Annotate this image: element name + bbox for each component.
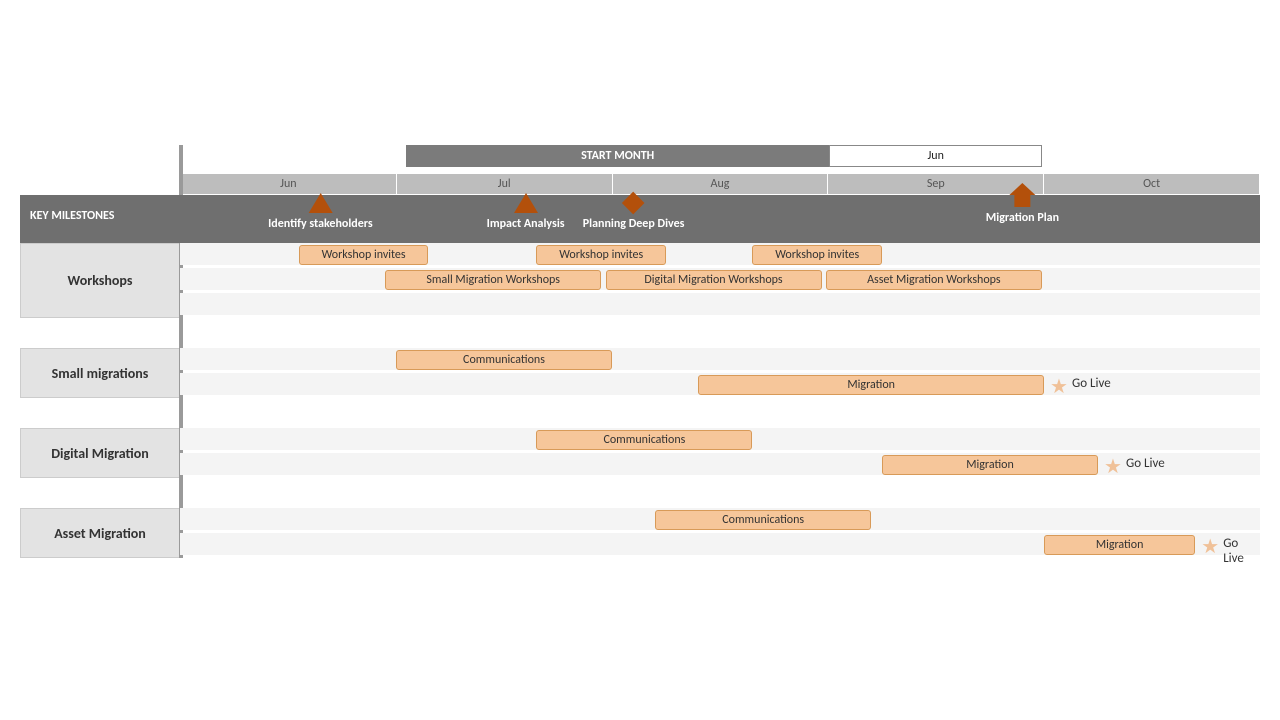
key-milestones-label: KEY MILESTONES bbox=[20, 195, 180, 243]
section-label: Asset Migration bbox=[20, 508, 180, 558]
triangle-icon bbox=[514, 193, 538, 213]
track-row: Workshop invites Workshop invites Workshop… bbox=[180, 243, 1260, 265]
task-bar[interactable]: Asset Migration Workshops bbox=[826, 270, 1042, 290]
diamond-icon bbox=[622, 192, 645, 215]
track-row: Migration★Go Live bbox=[180, 453, 1260, 475]
task-bar[interactable]: Communications bbox=[396, 350, 612, 370]
milestone-label: Identify stakeholders bbox=[268, 217, 373, 231]
month-cell: Jul bbox=[396, 174, 612, 194]
task-bar[interactable]: Workshop invites bbox=[536, 245, 666, 265]
task-bar[interactable]: Workshop invites bbox=[752, 245, 882, 265]
golive-label: Go Live bbox=[1072, 376, 1111, 391]
triangle-icon bbox=[308, 193, 332, 213]
milestone: Migration Plan bbox=[986, 193, 1059, 225]
track-row: Communications bbox=[180, 428, 1260, 450]
task-bar[interactable]: Migration bbox=[698, 375, 1044, 395]
arrow-icon bbox=[1014, 193, 1030, 207]
track-row: Small Migration WorkshopsDigital Migrati… bbox=[180, 268, 1260, 290]
track-row: Migration★Go Live bbox=[180, 373, 1260, 395]
star-icon: ★ bbox=[1201, 534, 1219, 559]
track-row: Migration★Go Live bbox=[180, 533, 1260, 555]
task-bar[interactable]: Small Migration Workshops bbox=[385, 270, 601, 290]
section-label: Small migrations bbox=[20, 348, 180, 398]
milestone: Identify stakeholders bbox=[268, 193, 373, 231]
task-bar[interactable]: Workshop invites bbox=[299, 245, 429, 265]
track-row bbox=[180, 293, 1260, 315]
milestones-area: Identify stakeholders Impact Analysis Plan… bbox=[180, 195, 1260, 243]
month-header: Jun Jul Aug Sep Oct bbox=[180, 173, 1260, 195]
milestone-label: Planning Deep Dives bbox=[583, 217, 685, 231]
task-bar[interactable]: Migration bbox=[882, 455, 1098, 475]
milestone: Impact Analysis bbox=[487, 193, 565, 231]
golive-label: Go Live bbox=[1223, 536, 1260, 566]
star-icon: ★ bbox=[1050, 374, 1068, 399]
start-month-value[interactable]: Jun bbox=[829, 145, 1042, 167]
task-bar[interactable]: Communications bbox=[536, 430, 752, 450]
month-cell: Oct bbox=[1043, 174, 1259, 194]
start-month-control: START MONTH Jun bbox=[406, 145, 1042, 167]
track-row: Communications bbox=[180, 348, 1260, 370]
task-bar[interactable]: Communications bbox=[655, 510, 871, 530]
star-icon: ★ bbox=[1104, 454, 1122, 479]
milestone-label: Migration Plan bbox=[986, 211, 1059, 225]
golive-label: Go Live bbox=[1126, 456, 1165, 471]
task-bar[interactable]: Digital Migration Workshops bbox=[606, 270, 822, 290]
month-cell: Jun bbox=[181, 174, 396, 194]
milestone-label: Impact Analysis bbox=[487, 217, 565, 231]
month-cell: Aug bbox=[612, 174, 828, 194]
task-bar[interactable]: Migration bbox=[1044, 535, 1195, 555]
section-label: Digital Migration bbox=[20, 428, 180, 478]
start-month-label: START MONTH bbox=[406, 145, 829, 167]
milestone: Planning Deep Dives bbox=[583, 193, 685, 231]
gantt-chart: START MONTH Jun Jun Jul Aug Sep Oct KEY … bbox=[20, 145, 1260, 558]
section-label: Workshops bbox=[20, 243, 180, 318]
track-row: Communications bbox=[180, 508, 1260, 530]
